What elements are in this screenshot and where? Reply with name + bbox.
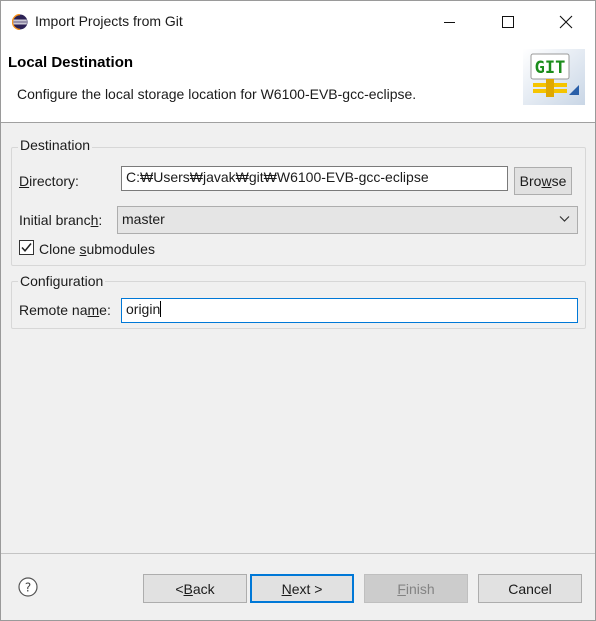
eclipse-icon (12, 14, 28, 30)
page-description: Configure the local storage location for… (17, 86, 417, 102)
directory-label: Directory: (19, 173, 79, 189)
minimize-icon (444, 22, 455, 23)
git-logo-text: GIT (535, 58, 566, 78)
close-button[interactable] (537, 1, 595, 43)
next-button[interactable]: Next > (250, 574, 354, 603)
browse-button[interactable]: Bro w se (514, 167, 572, 195)
initial-branch-select[interactable]: master (117, 206, 578, 234)
minimize-button[interactable] (421, 1, 479, 43)
chevron-down-icon (559, 216, 570, 222)
import-projects-dialog: Import Projects from Git Local Destinati… (0, 0, 596, 621)
svg-text:?: ? (25, 581, 31, 595)
title-bar: Import Projects from Git (1, 1, 595, 43)
directory-input[interactable]: C:₩Users₩javak₩git₩W6100-EVB-gcc-eclipse (121, 166, 508, 191)
clone-submodules-checkbox[interactable] (19, 240, 34, 255)
configuration-group-label: Configuration (18, 273, 106, 289)
window-title: Import Projects from Git (35, 13, 183, 29)
cancel-button[interactable]: Cancel (478, 574, 582, 603)
checkmark-icon (21, 243, 32, 252)
clone-submodules-label[interactable]: Clone submodules (39, 241, 155, 257)
help-icon[interactable]: ? (18, 577, 38, 597)
initial-branch-label: Initial branch: (19, 212, 103, 228)
git-logo-icon: GIT (523, 49, 585, 105)
finish-button[interactable]: Finish (364, 574, 468, 603)
remote-name-label: Remote name: (19, 302, 111, 318)
wizard-banner: Local Destination Configure the local st… (1, 43, 595, 123)
back-button[interactable]: < Back (143, 574, 247, 603)
maximize-icon (502, 16, 514, 28)
destination-group-label: Destination (18, 137, 93, 153)
close-icon (559, 15, 573, 29)
footer-separator (1, 553, 595, 554)
remote-name-input[interactable]: origin (121, 298, 578, 323)
initial-branch-value: master (122, 211, 165, 227)
maximize-button[interactable] (479, 1, 537, 43)
page-title: Local Destination (8, 54, 134, 71)
